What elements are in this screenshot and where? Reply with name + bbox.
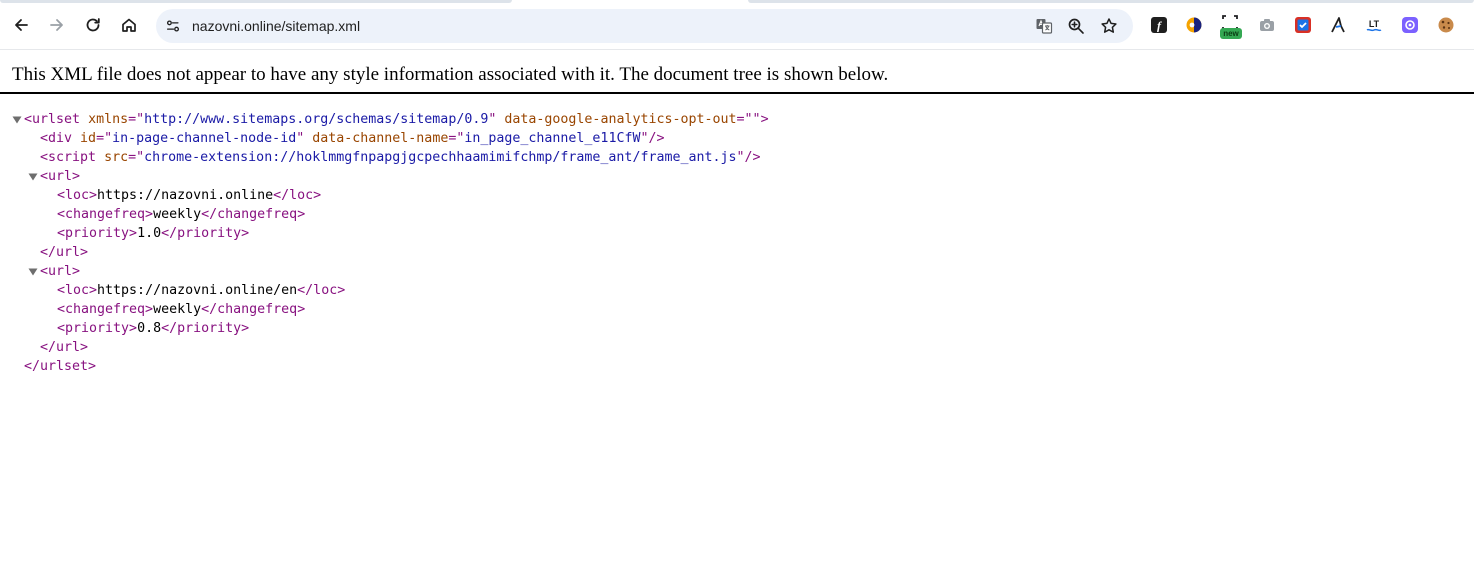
bookmark-button[interactable] <box>1099 16 1119 36</box>
xml-tag-token: </priority> <box>161 321 250 336</box>
xml-tag-token: </url> <box>40 340 89 355</box>
xml-txt-token <box>80 112 88 127</box>
xml-txt-token: https://nazovni.online/en <box>97 283 298 298</box>
ext-camera-icon[interactable] <box>1258 16 1276 34</box>
xml-attr-name-token: data-google-analytics-opt-out <box>504 112 737 127</box>
xml-tag-token: </changefreq> <box>201 302 306 317</box>
xml-attr-name-token: xmlns <box>88 112 129 127</box>
xml-txt-token <box>72 131 80 146</box>
xml-line: <urlset xmlns="http://www.sitemaps.org/s… <box>24 110 769 129</box>
zoom-icon <box>1068 18 1084 34</box>
xml-tag-token: <loc> <box>57 188 98 203</box>
xml-tag-token: <urlset <box>24 112 81 127</box>
xml-tag-token: </loc> <box>297 283 346 298</box>
translate-icon <box>1036 19 1053 34</box>
zoom-button[interactable] <box>1066 16 1086 36</box>
xml-info-banner: This XML file does not appear to have an… <box>0 50 1474 94</box>
xml-tag-token: <url> <box>40 264 81 279</box>
translate-button[interactable] <box>1034 16 1054 36</box>
xml-line: <loc>https://nazovni.online</loc> <box>57 186 321 205</box>
xml-txt-token: 0.8 <box>137 321 162 336</box>
forward-arrow-icon <box>50 19 63 31</box>
xml-txt-token: 1.0 <box>137 226 162 241</box>
ext-lt-icon[interactable]: LT <box>1365 16 1383 34</box>
collapse-triangle-icon[interactable] <box>12 110 22 129</box>
xml-txt-token: https://nazovni.online <box>97 188 274 203</box>
xml-tag-token: <changefreq> <box>57 302 154 317</box>
site-info-button[interactable] <box>164 17 182 35</box>
ext-gear-purple-icon[interactable] <box>1401 16 1419 34</box>
xml-tag-token: <loc> <box>57 283 98 298</box>
collapse-triangle-icon[interactable] <box>28 262 38 281</box>
xml-tag-token: =" <box>128 150 145 165</box>
xml-attr-val-token: in_page_channel_e11CfW <box>464 131 641 146</box>
xml-tag-token: <priority> <box>57 226 138 241</box>
back-arrow-icon <box>15 19 28 31</box>
ext-arrow-icon[interactable] <box>1329 16 1347 34</box>
xml-line: <div id="in-page-channel-node-id" data-c… <box>40 129 665 148</box>
home-button[interactable] <box>116 12 142 38</box>
xml-attr-name-token: src <box>104 150 129 165</box>
xml-tag-token: =" <box>128 112 145 127</box>
xml-line: </urlset> <box>24 357 96 376</box>
svg-text:LT: LT <box>1369 19 1380 29</box>
xml-attr-name-token: data-channel-name <box>312 131 449 146</box>
reload-button[interactable] <box>80 12 106 38</box>
collapse-triangle-icon[interactable] <box>28 167 38 186</box>
url-text[interactable]: nazovni.online/sitemap.xml <box>192 18 360 34</box>
xml-line: </url> <box>40 243 88 262</box>
xml-txt-token: weekly <box>153 207 202 222</box>
xml-line: <priority>0.8</priority> <box>57 319 249 338</box>
ext-checkbox-icon[interactable] <box>1294 16 1312 34</box>
xml-tag-token: "/> <box>640 131 665 146</box>
xml-line: <changefreq>weekly</changefreq> <box>57 300 305 319</box>
xml-tag-token: <script <box>40 150 97 165</box>
xml-txt-token: weekly <box>153 302 202 317</box>
tab-strip-edge <box>0 0 512 3</box>
xml-tag-token: </urlset> <box>24 359 97 374</box>
xml-tag-token: "/> <box>736 150 761 165</box>
xml-tag-token: <priority> <box>57 321 138 336</box>
xml-attr-name-token: id <box>80 131 97 146</box>
xml-line: <loc>https://nazovni.online/en</loc> <box>57 281 345 300</box>
forward-button[interactable] <box>44 12 70 38</box>
ext-f-icon[interactable]: f <box>1150 16 1168 34</box>
xml-tag-token: <changefreq> <box>57 207 154 222</box>
new-badge: new <box>1220 28 1242 39</box>
home-icon <box>122 18 136 32</box>
xml-tag-token: =" <box>96 131 113 146</box>
xml-tag-token: </changefreq> <box>201 207 306 222</box>
xml-tag-token: </priority> <box>161 226 250 241</box>
xml-line: <changefreq>weekly</changefreq> <box>57 205 305 224</box>
ext-orange-dot-icon[interactable] <box>1185 16 1203 34</box>
xml-line: </url> <box>40 338 88 357</box>
back-button[interactable] <box>8 12 34 38</box>
xml-attr-val-token: in-page-channel-node-id <box>112 131 297 146</box>
xml-line: <priority>1.0</priority> <box>57 224 249 243</box>
xml-txt-token <box>96 150 104 165</box>
xml-line: <url> <box>40 262 80 281</box>
xml-info-text: This XML file does not appear to have an… <box>12 64 889 85</box>
xml-attr-val-token: http://www.sitemaps.org/schemas/sitemap/… <box>144 112 489 127</box>
browser-toolbar: nazovni.online/sitemap.xml f new LT <box>0 0 1474 50</box>
ext-cookie-icon[interactable] <box>1437 16 1455 34</box>
xml-line: <script src="chrome-extension://hoklmmgf… <box>40 148 761 167</box>
xml-tag-token: </loc> <box>273 188 322 203</box>
bookmark-star-icon <box>1101 18 1117 33</box>
xml-tag-token: <url> <box>40 169 81 184</box>
tab-strip-edge <box>748 0 1474 3</box>
tune-icon <box>167 20 179 32</box>
xml-tag-token: =" <box>448 131 465 146</box>
xml-line: <url> <box>40 167 80 186</box>
reload-icon <box>86 18 100 32</box>
xml-tag-token: =""> <box>736 112 769 127</box>
xml-attr-val-token: chrome-extension://hoklmmgfnpapgjgcpechh… <box>144 150 737 165</box>
xml-tag-token: <div <box>40 131 73 146</box>
xml-tag-token: </url> <box>40 245 89 260</box>
address-bar[interactable]: nazovni.online/sitemap.xml <box>156 9 1133 43</box>
